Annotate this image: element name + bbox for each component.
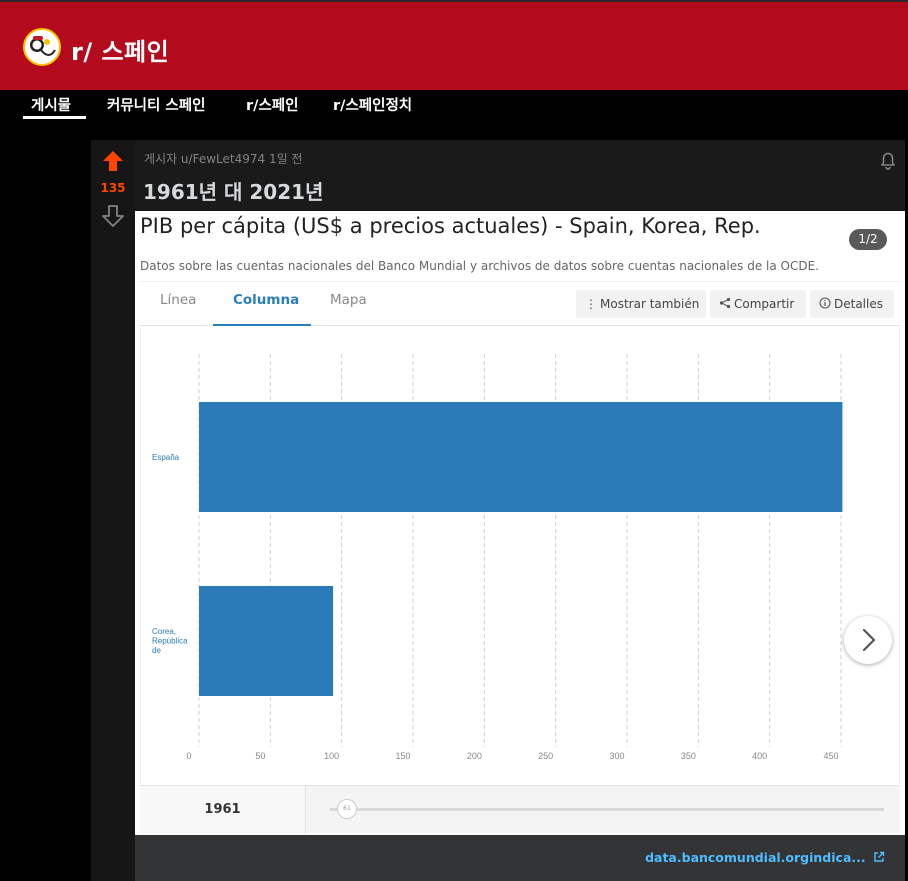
nav-item-r-spain[interactable]: r/스페인 (246, 94, 298, 115)
embed-title: PIB per cápita (US$ a precios actuales) … (140, 214, 761, 238)
source-link[interactable]: data.bancomundial.orgindica... (645, 850, 885, 865)
post-card: 135 게시자 u/FewLet4974 1일 전 1961년 대 2021년 … (91, 140, 905, 881)
tab-column[interactable]: Columna (233, 292, 299, 308)
subreddit-name[interactable]: r/ 스페인 (71, 32, 169, 67)
gallery-next-button[interactable] (844, 616, 892, 664)
show-more-label: Mostrar también (600, 297, 700, 311)
share-button[interactable]: Compartir (710, 290, 806, 318)
x-tick-label: 400 (752, 751, 767, 761)
nav-item-posts[interactable]: 게시물 (31, 94, 71, 115)
details-label: Detalles (834, 297, 883, 311)
subreddit-header: r/ 스페인 (0, 0, 908, 90)
subreddit-nav: 게시물 커뮤니티 스페인 r/스페인 r/스페인정치 (0, 90, 908, 120)
bar[interactable] (199, 586, 334, 696)
show-more-button[interactable]: ⋮ Mostrar también (576, 290, 706, 318)
tab-active-indicator (213, 324, 311, 326)
year-slider-track[interactable] (330, 808, 884, 811)
nav-item-r-spain-politics[interactable]: r/스페인정치 (333, 94, 412, 115)
post-title[interactable]: 1961년 대 2021년 (143, 176, 323, 205)
info-icon (819, 290, 831, 318)
nav-item-community[interactable]: 커뮤니티 스페인 (107, 94, 205, 115)
x-tick-label: 300 (609, 751, 624, 761)
x-tick-label: 250 (538, 751, 553, 761)
notification-bell-icon[interactable] (877, 149, 899, 171)
nav-active-indicator (23, 116, 86, 119)
x-tick-label: 150 (395, 751, 410, 761)
share-label: Compartir (734, 297, 795, 311)
year-slider-row: 1961 61 (140, 785, 900, 834)
share-icon (719, 290, 731, 318)
vote-column: 135 (91, 140, 135, 881)
x-tick-label: 450 (823, 751, 838, 761)
post-meta: 게시자 u/FewLet4974 1일 전 (144, 152, 303, 166)
x-tick-label: 350 (681, 751, 696, 761)
subreddit-avatar[interactable] (23, 28, 61, 66)
year-slider-handle[interactable]: 61 (337, 799, 357, 819)
tab-map[interactable]: Mapa (330, 292, 367, 308)
details-button[interactable]: Detalles (810, 290, 894, 318)
source-link-text: data.bancomundial.orgindica... (645, 850, 866, 865)
more-vertical-icon: ⋮ (585, 297, 597, 311)
embed-subtitle: Datos sobre las cuentas nacionales del B… (140, 259, 819, 273)
link-bar: data.bancomundial.orgindica... (135, 835, 905, 881)
category-label: España (152, 453, 180, 462)
tab-line[interactable]: Línea (160, 292, 196, 308)
bar[interactable] (199, 402, 843, 512)
x-tick-label: 200 (467, 751, 482, 761)
community-icon (25, 30, 59, 64)
worldbank-embed: PIB per cápita (US$ a precios actuales) … (135, 211, 905, 835)
external-link-icon (874, 851, 885, 862)
gallery-pager: 1/2 (849, 229, 887, 250)
downvote-icon[interactable] (102, 205, 124, 227)
upvote-icon[interactable] (102, 150, 124, 172)
vote-score: 135 (100, 181, 126, 195)
bar-chart: 0 50 100 150 200 250 300 350 400 450 España Corea, R… (152, 354, 843, 761)
category-label: Corea, República de (152, 627, 188, 655)
chart-tabs: Línea Columna Mapa ⋮ Mostrar también Com… (140, 281, 900, 326)
x-tick-label: 0 (186, 751, 191, 761)
x-tick-label: 100 (324, 751, 339, 761)
chart-area: 0 50 100 150 200 250 300 350 400 450 España Corea, R… (140, 327, 900, 785)
chevron-right-icon (862, 628, 876, 652)
selected-year: 1961 (140, 786, 306, 834)
x-tick-label: 50 (255, 751, 265, 761)
